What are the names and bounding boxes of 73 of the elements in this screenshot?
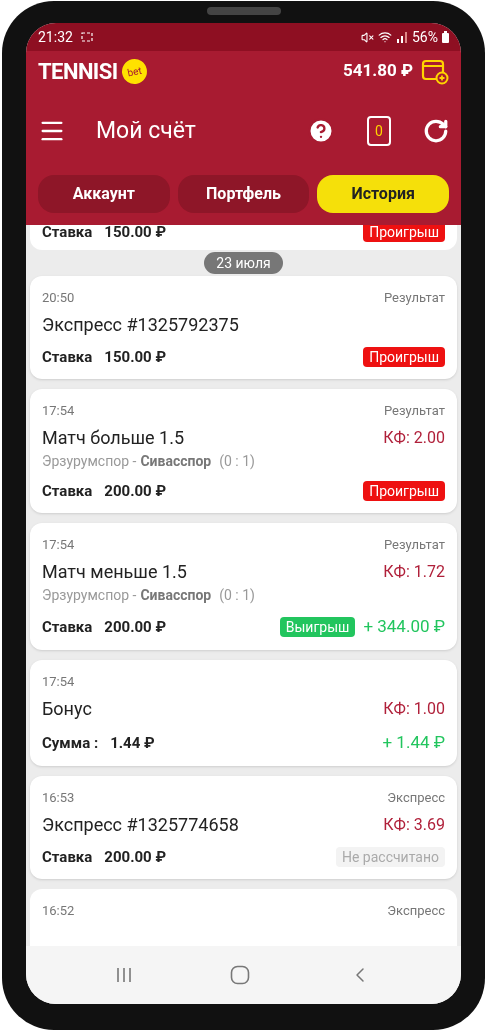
stake-label: Ставка	[42, 847, 93, 868]
wallet-add-icon[interactable]	[421, 57, 449, 85]
stake-amount: 1.44 ₽	[110, 732, 155, 754]
stake-label: Ставка	[42, 347, 93, 368]
bet-type: Экспресс	[387, 788, 445, 807]
date-pill: 23 июля	[204, 251, 283, 274]
payout-amount: + 1.44 ₽	[382, 731, 445, 754]
stake-amount: 150.00 ₽	[104, 225, 167, 243]
bet-time: 16:53	[42, 788, 75, 807]
stake-amount: 200.00 ₽	[104, 616, 167, 638]
status-badge: Не рассчитано	[336, 847, 445, 868]
recents-icon[interactable]	[114, 966, 133, 984]
bet-type: Результат	[384, 401, 445, 420]
bet-title: Бонус	[42, 697, 92, 721]
bet-title: Матч больше 1.5	[42, 426, 185, 450]
payout-amount: + 344.00 ₽	[363, 615, 445, 638]
bet-card[interactable]: 17:54 Бонус КФ: 1.00 Сумма : 1.44 ₽ + 1.44 ₽	[30, 659, 457, 766]
stake-amount: 200.00 ₽	[104, 847, 167, 868]
tab[interactable]: Портфель	[177, 175, 310, 213]
home-team: Эрзурумспор -	[42, 586, 137, 605]
clock: 21:32	[38, 27, 73, 47]
stake-label: Ставка	[42, 481, 93, 502]
balance: 541.80 ₽	[343, 59, 413, 83]
home-icon[interactable]	[230, 965, 251, 985]
match-score: (0 : 1)	[219, 452, 255, 472]
logo: TENNISI	[38, 57, 118, 86]
odds: КФ: 3.69	[383, 813, 445, 836]
odds: КФ: 1.72	[383, 560, 445, 583]
stake-amount: 200.00 ₽	[104, 481, 167, 502]
bet-type: Результат	[384, 535, 445, 554]
battery-icon	[442, 31, 449, 43]
status-badge: Проигрыш	[363, 225, 445, 243]
battery-level: 56%	[412, 27, 438, 47]
odds: КФ: 1.00	[383, 697, 445, 720]
status-badge: Проигрыш	[363, 481, 445, 502]
status-badge: Выигрыш	[279, 616, 356, 637]
home-team: Эрзурумспор -	[42, 452, 137, 471]
stake-label: Ставка	[42, 225, 93, 243]
stake-label: Ставка	[42, 616, 93, 638]
bet-time: 17:54	[42, 535, 75, 554]
bet-card[interactable]: 16:53 Экспресс Экспресс #1325774658 КФ: 3.69 Ставка 200.00 ₽ Не рассчитано	[30, 775, 457, 879]
bet-time: 17:54	[42, 672, 75, 691]
stake-label: Сумма :	[42, 732, 99, 754]
bet-time: 20:50	[42, 288, 75, 307]
bet-card[interactable]: 17:54 Результат Матч меньше 1.5 КФ: 1.72 Эрзурумспор - Сивасспор (0 : 1) Ставка 200.00 ₽ Выигрыш + 344.00 ₽	[30, 522, 457, 650]
screenshot-icon	[80, 32, 93, 42]
signal-icon	[396, 31, 408, 43]
bet-card[interactable]: 20:50 Результат Экспресс #1325792375 Ставка 150.00 ₽ Проигрыш	[30, 275, 457, 379]
bet-card[interactable]: Ставка 150.00 ₽ Проигрыш	[30, 225, 457, 250]
status-badge: Проигрыш	[363, 347, 445, 368]
bet-title: Экспресс #1325792375	[42, 313, 239, 337]
refresh-icon[interactable]	[423, 118, 449, 144]
mute-icon	[361, 30, 374, 44]
bet-card[interactable]: 17:54 Результат Матч больше 1.5 КФ: 2.00 Эрзурумспор - Сивасспор (0 : 1) Ставка 200.00 ₽ Проигрыш	[30, 388, 457, 513]
bet-time: 16:52	[42, 901, 75, 920]
bet-time: 17:54	[42, 401, 75, 420]
bet-type: Результат	[384, 288, 445, 307]
away-team: Сивасспор	[140, 586, 212, 605]
odds: КФ: 2.00	[383, 426, 445, 449]
help-icon[interactable]	[307, 117, 335, 145]
coupon-button[interactable]: 0	[367, 116, 391, 146]
tab[interactable]: История	[317, 175, 449, 213]
wifi-icon	[378, 30, 392, 44]
bet-title: Матч меньше 1.5	[42, 560, 187, 584]
bet-title: Экспресс #1325774658	[42, 813, 239, 837]
page-title: Мой счёт	[96, 115, 197, 146]
bet-card[interactable]: 16:52 Экспресс	[30, 888, 457, 949]
stake-amount: 150.00 ₽	[104, 347, 167, 368]
away-team: Сивасспор	[140, 452, 212, 471]
bet-type: Экспресс	[387, 901, 445, 920]
tab[interactable]: Аккаунт	[38, 175, 170, 213]
logo-badge: bet	[119, 56, 149, 86]
match-score: (0 : 1)	[219, 586, 255, 606]
